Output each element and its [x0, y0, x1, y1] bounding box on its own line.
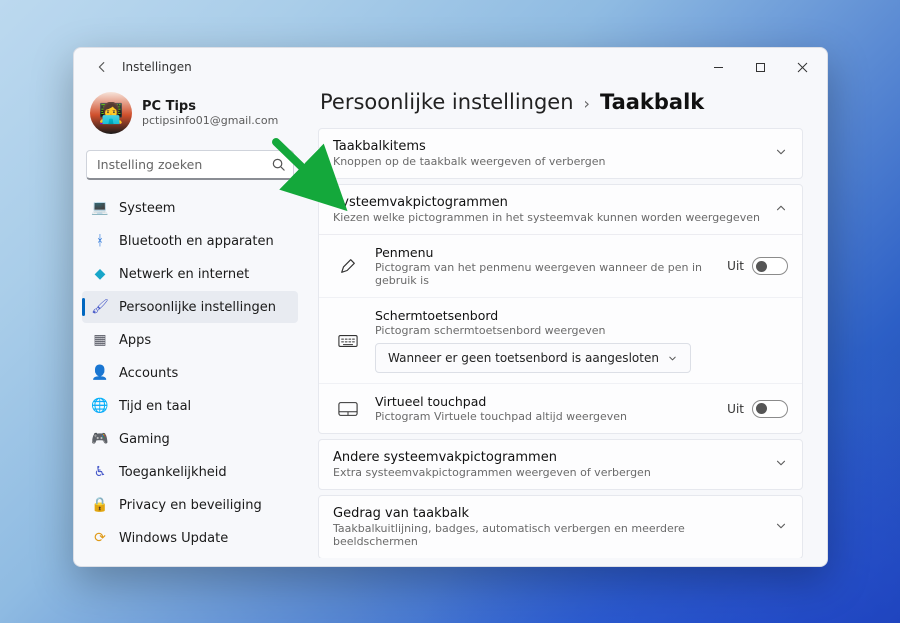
sidebar-item-label: Windows Update [119, 531, 228, 546]
sidebar-item-label: Accounts [119, 366, 178, 381]
panel-list: TaakbalkitemsKnoppen op de taakbalk weer… [318, 128, 805, 558]
row-subtitle: Pictogram van het penmenu weergeven wann… [375, 261, 715, 287]
sidebar-item-2[interactable]: ◆ Netwerk en internet [82, 258, 298, 290]
sidebar-icon: ♿ [92, 464, 108, 480]
chevron-down-icon [774, 144, 788, 163]
sidebar-item-5[interactable]: 👤 Accounts [82, 357, 298, 389]
profile-email: pctipsinfo01@gmail.com [142, 114, 278, 127]
panel-subtitle: Extra systeemvakpictogrammen weergeven o… [333, 466, 651, 479]
sidebar: 👩‍💻 PC Tips pctipsinfo01@gmail.com 💻 Syst… [74, 86, 306, 566]
settings-panel-2: Andere systeemvakpictogrammenExtra syste… [318, 439, 803, 490]
minimize-button[interactable] [697, 52, 739, 82]
breadcrumb-parent[interactable]: Persoonlijke instellingen [320, 90, 574, 114]
panel-subtitle: Kiezen welke pictogrammen in het systeem… [333, 211, 760, 224]
panel-row-2: Virtueel touchpadPictogram Virtuele touc… [319, 384, 802, 433]
close-button[interactable] [781, 52, 823, 82]
toggle-switch[interactable] [752, 400, 788, 418]
panel-title: Gedrag van taakbalk [333, 506, 764, 521]
sidebar-icon: ⟳ [92, 530, 108, 546]
profile-block[interactable]: 👩‍💻 PC Tips pctipsinfo01@gmail.com [82, 86, 298, 148]
sidebar-item-4[interactable]: ▦ Apps [82, 324, 298, 356]
panel-body: PenmenuPictogram van het penmenu weergev… [319, 234, 802, 433]
sidebar-item-6[interactable]: 🌐 Tijd en taal [82, 390, 298, 422]
row-title: Virtueel touchpad [375, 394, 715, 409]
settings-window: Instellingen 👩‍💻 PC Tips pctipsinfo01@gm… [73, 47, 828, 567]
chevron-down-icon [774, 455, 788, 474]
window-title: Instellingen [122, 60, 192, 74]
toggle-label: Uit [727, 259, 744, 273]
sidebar-item-label: Apps [119, 333, 151, 348]
touchpad-icon [333, 401, 363, 417]
chevron-up-icon [774, 200, 788, 219]
panel-title: Taakbalkitems [333, 139, 605, 154]
avatar: 👩‍💻 [90, 92, 132, 134]
sidebar-item-label: Bluetooth en apparaten [119, 234, 274, 249]
window-controls [697, 52, 823, 82]
sidebar-item-label: Toegankelijkheid [119, 465, 227, 480]
toggle-switch[interactable] [752, 257, 788, 275]
breadcrumb: Persoonlijke instellingen › Taakbalk [318, 88, 805, 128]
panel-header[interactable]: Gedrag van taakbalkTaakbalkuitlijning, b… [319, 496, 802, 558]
sidebar-item-label: Tijd en taal [119, 399, 191, 414]
maximize-button[interactable] [739, 52, 781, 82]
panel-header[interactable]: TaakbalkitemsKnoppen op de taakbalk weer… [319, 129, 802, 178]
sidebar-icon: 💻 [92, 200, 108, 216]
sidebar-icon: 🔒 [92, 497, 108, 513]
panel-header[interactable]: Andere systeemvakpictogrammenExtra syste… [319, 440, 802, 489]
sidebar-item-label: Persoonlijke instellingen [119, 300, 276, 315]
sidebar-item-label: Privacy en beveiliging [119, 498, 262, 513]
chevron-down-icon [774, 518, 788, 537]
panel-row-0: PenmenuPictogram van het penmenu weergev… [319, 235, 802, 298]
panel-subtitle: Knoppen op de taakbalk weergeven of verb… [333, 155, 605, 168]
keyboard-icon [333, 333, 363, 349]
panel-title: Andere systeemvakpictogrammen [333, 450, 651, 465]
breadcrumb-current: Taakbalk [600, 90, 704, 114]
sidebar-nav: 💻 Systeem ᚼ Bluetooth en apparaten ◆ Netwerk … [82, 192, 298, 554]
panel-header[interactable]: SysteemvakpictogrammenKiezen welke picto… [319, 185, 802, 234]
sidebar-icon: ◆ [92, 266, 108, 282]
sidebar-item-label: Netwerk en internet [119, 267, 249, 282]
sidebar-icon: 🖌 [92, 299, 108, 315]
sidebar-item-10[interactable]: ⟳ Windows Update [82, 522, 298, 554]
pen-icon [333, 257, 363, 275]
sidebar-item-7[interactable]: 🎮 Gaming [82, 423, 298, 455]
toggle-label: Uit [727, 402, 744, 416]
sidebar-item-0[interactable]: 💻 Systeem [82, 192, 298, 224]
sidebar-icon: 🌐 [92, 398, 108, 414]
sidebar-item-label: Gaming [119, 432, 170, 447]
sidebar-item-label: Systeem [119, 201, 175, 216]
chevron-right-icon: › [584, 94, 590, 113]
settings-panel-3: Gedrag van taakbalkTaakbalkuitlijning, b… [318, 495, 803, 558]
sidebar-icon: 👤 [92, 365, 108, 381]
settings-panel-0: TaakbalkitemsKnoppen op de taakbalk weer… [318, 128, 803, 179]
sidebar-item-9[interactable]: 🔒 Privacy en beveiliging [82, 489, 298, 521]
sidebar-item-1[interactable]: ᚼ Bluetooth en apparaten [82, 225, 298, 257]
sidebar-icon: ▦ [92, 332, 108, 348]
main-content: Persoonlijke instellingen › Taakbalk Taa… [306, 86, 827, 566]
panel-subtitle: Taakbalkuitlijning, badges, automatisch … [333, 522, 764, 548]
sidebar-item-8[interactable]: ♿ Toegankelijkheid [82, 456, 298, 488]
search-icon [271, 157, 286, 176]
search-field-wrap [86, 150, 294, 180]
panel-title: Systeemvakpictogrammen [333, 195, 760, 210]
sidebar-icon: ᚼ [92, 233, 108, 249]
titlebar: Instellingen [74, 48, 827, 86]
back-button[interactable] [88, 53, 116, 81]
dropdown-button[interactable]: Wanneer er geen toetsenbord is aangeslot… [375, 343, 691, 373]
profile-name: PC Tips [142, 99, 278, 114]
row-subtitle: Pictogram Virtuele touchpad altijd weerg… [375, 410, 715, 423]
search-input[interactable] [86, 150, 294, 180]
sidebar-icon: 🎮 [92, 431, 108, 447]
row-subtitle: Pictogram schermtoetsenbord weergeven [375, 324, 788, 337]
row-title: Schermtoetsenbord [375, 308, 788, 323]
settings-panel-1: SysteemvakpictogrammenKiezen welke picto… [318, 184, 803, 434]
sidebar-item-3[interactable]: 🖌 Persoonlijke instellingen [82, 291, 298, 323]
panel-row-1: SchermtoetsenbordPictogram schermtoetsen… [319, 298, 802, 384]
row-title: Penmenu [375, 245, 715, 260]
